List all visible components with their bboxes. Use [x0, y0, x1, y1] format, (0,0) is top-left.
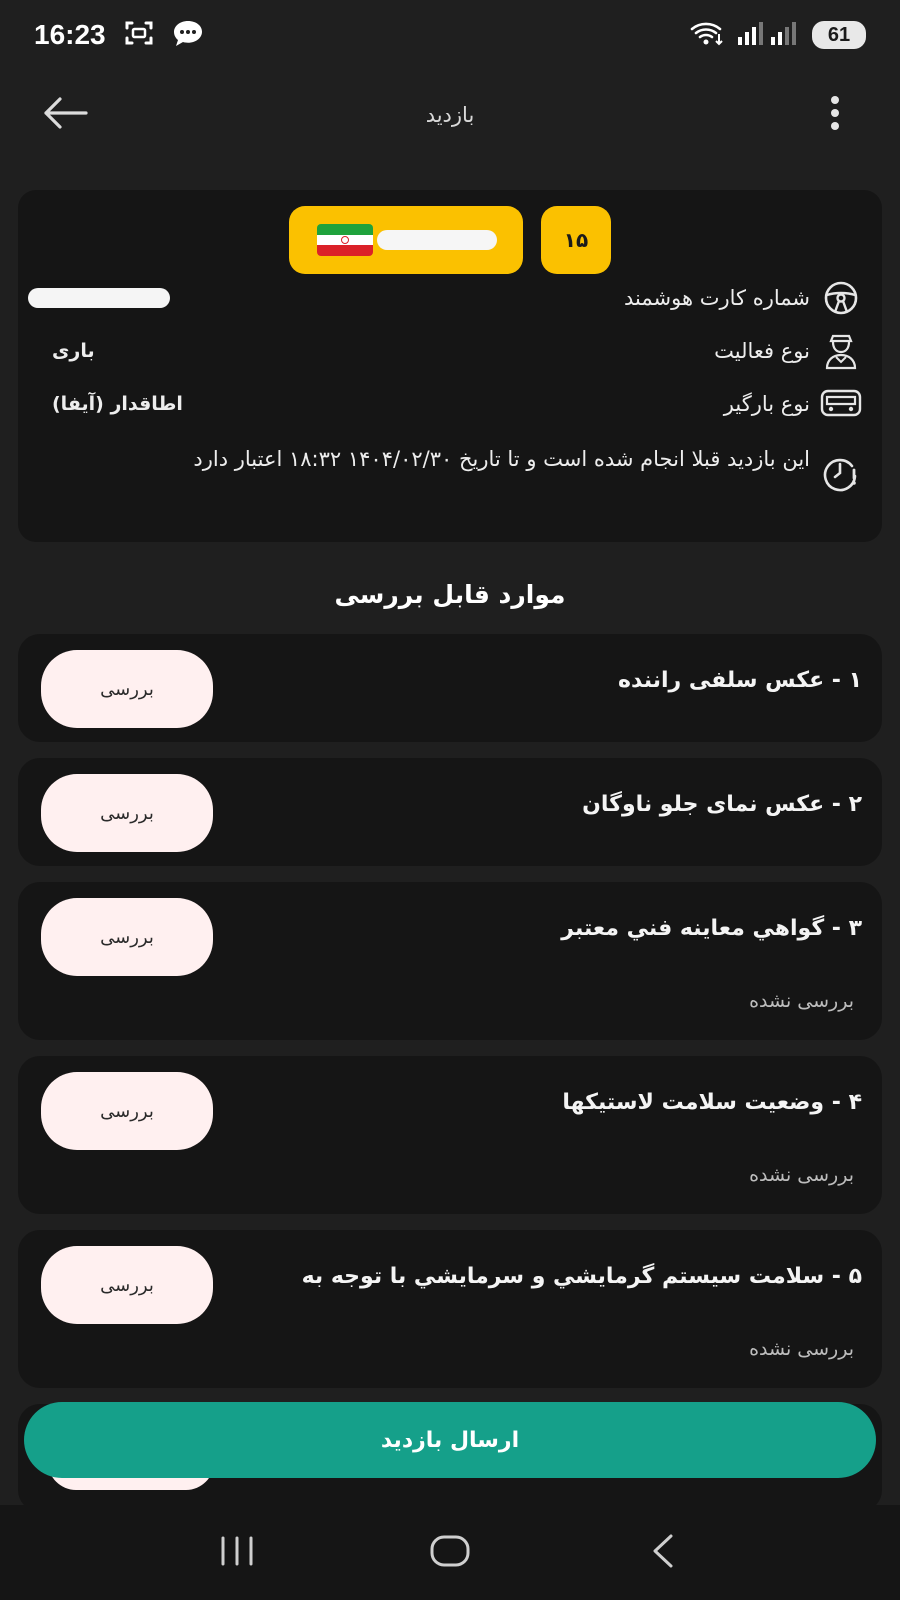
vehicle-type-label: نوع بارگیر: [723, 392, 810, 416]
inspection-item-4: ۴ - وضعیت سلامت لاستیکها بررسی بررسی نشد…: [18, 1056, 882, 1214]
driver-icon: [818, 332, 864, 370]
system-nav-bar: [0, 1505, 900, 1600]
smart-card-row: شماره کارت هوشمند: [18, 278, 882, 318]
inspection-item-5: ۵ - سلامت سيستم گرمايشي و سرمايشي با توج…: [18, 1230, 882, 1388]
steering-wheel-icon: [818, 280, 864, 316]
review-button-5[interactable]: بررسی: [41, 1246, 213, 1324]
status-time: 16:23: [34, 19, 106, 50]
more-vertical-icon: [829, 95, 841, 135]
clock-alert-icon: [818, 454, 864, 492]
inspection-item-title: ۳ - گواهي معاينه فني معتبر: [561, 916, 862, 941]
inspection-item-title: ۴ - وضعیت سلامت لاستیکها: [562, 1090, 862, 1115]
review-button-1[interactable]: بررسی: [41, 650, 213, 728]
plate-region-code: ۱۵: [541, 206, 611, 274]
back-button[interactable]: [40, 92, 90, 138]
inspection-item-title: ۲ - عکس نمای جلو ناوگان: [582, 792, 862, 817]
inspection-item-status: بررسی نشده: [749, 1338, 854, 1360]
review-button-4[interactable]: بررسی: [41, 1072, 213, 1150]
review-button-2[interactable]: بررسی: [41, 774, 213, 852]
back-nav-icon: [649, 1533, 677, 1573]
inspection-item-1: ۱ - عکس سلفی راننده بررسی: [18, 634, 882, 742]
inspection-item-status: بررسی نشده: [749, 990, 854, 1012]
status-bar: 16:23 61: [0, 0, 900, 70]
recent-apps-icon: [217, 1535, 257, 1571]
status-right: 61: [690, 20, 866, 50]
status-left: 16:23: [34, 19, 204, 51]
arrow-left-icon: [42, 96, 88, 134]
home-button[interactable]: [420, 1528, 480, 1578]
inspection-item-title: ۱ - عکس سلفی راننده: [618, 668, 862, 693]
chat-icon: [172, 19, 204, 51]
content-scroll[interactable]: ۱۵ شماره کارت هوشمند نوع فعالیت باری نوع…: [18, 190, 882, 1505]
plate-number-box: [289, 206, 523, 274]
signal-icon: [738, 21, 798, 49]
home-icon: [429, 1534, 471, 1572]
activity-type-value: باری: [52, 340, 95, 362]
redacted-plate-number: [377, 230, 497, 250]
page-title: بازدید: [425, 103, 475, 127]
wifi-icon: [690, 20, 724, 50]
review-button-3[interactable]: بررسی: [41, 898, 213, 976]
vehicle-type-value: اطاقدار (آیفا): [52, 393, 183, 415]
inspection-item-status: بررسی نشده: [749, 1164, 854, 1186]
battery-indicator: 61: [812, 21, 866, 49]
screenshot-icon: [124, 19, 154, 51]
inspection-item-3: ۳ - گواهي معاينه فني معتبر بررسی بررسی ن…: [18, 882, 882, 1040]
app-bar: بازدید: [0, 70, 900, 160]
inspection-item-title: ۵ - سلامت سيستم گرمايشي و سرمايشي با توج…: [301, 1264, 862, 1289]
license-plate: ۱۵: [18, 206, 882, 274]
submit-visit-button[interactable]: ارسال بازدید: [24, 1402, 876, 1478]
recent-apps-button[interactable]: [207, 1528, 267, 1578]
activity-type-label: نوع فعالیت: [714, 339, 810, 363]
activity-type-row: نوع فعالیت باری: [18, 331, 882, 371]
validity-notice: این بازدید قبلا انجام شده است و تا تاریخ…: [18, 440, 882, 492]
redacted-smart-card-number: [28, 288, 170, 308]
more-options-button[interactable]: [820, 92, 850, 138]
inspection-item-2: ۲ - عکس نمای جلو ناوگان بررسی: [18, 758, 882, 866]
vehicle-type-row: نوع بارگیر اطاقدار (آیفا): [18, 384, 882, 424]
validity-notice-text: این بازدید قبلا انجام شده است و تا تاریخ…: [193, 447, 810, 471]
truck-front-icon: [818, 389, 864, 419]
system-back-button[interactable]: [633, 1528, 693, 1578]
vehicle-info-card: ۱۵ شماره کارت هوشمند نوع فعالیت باری نوع…: [18, 190, 882, 542]
section-title: موارد قابل بررسی: [334, 580, 566, 609]
smart-card-label: شماره کارت هوشمند: [624, 286, 810, 310]
iran-flag-icon: [317, 224, 373, 256]
